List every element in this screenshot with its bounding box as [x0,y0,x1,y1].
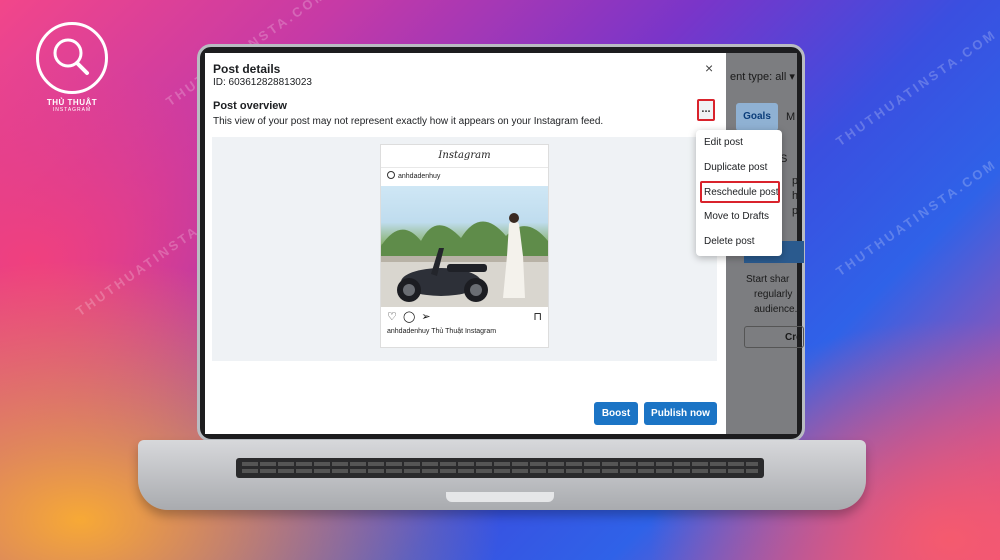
caption-username: anhdadenhuy [387,328,430,335]
overview-title: Post overview [213,100,287,112]
reschedule-highlight-box [700,181,780,203]
boost-button[interactable]: Boost [594,402,638,425]
more-options-button[interactable]: ... [697,99,715,121]
brand-logo: THỦ THUẬT INSTAGRAM [34,22,110,113]
bg-fragment: p [792,205,799,217]
post-username: anhdadenhuy [381,168,548,186]
start-sharing-text: Start shar [746,274,790,285]
post-details-modal: Post details ID: 603612828813023 × Post … [205,53,726,434]
logo-subtitle: INSTAGRAM [52,107,92,113]
goals-tab[interactable]: Goals [736,103,778,131]
menu-item-move-to-drafts[interactable]: Move to Drafts [704,211,769,222]
bg-fragment: h [792,190,799,202]
close-icon[interactable]: × [705,60,713,76]
laptop-hinge-notch [446,492,554,502]
comment-icon[interactable]: ◯ [403,311,415,323]
create-button[interactable]: Cre [744,326,804,348]
bg-fragment: p [792,175,799,187]
heart-icon[interactable]: ♡ [387,311,397,323]
overview-description: This view of your post may not represent… [213,116,604,127]
post-caption: anhdadenhuy Thủ Thuật Instagram [381,328,548,335]
instagram-post-preview: Instagram anhdadenhuy ♡ ◯ ➢ ⊓ anhdadenhu… [380,144,549,348]
content-type-filter[interactable]: ent type: all ▾ [730,70,795,83]
avatar [387,171,395,179]
logo-title: THỦ THUẬT [46,98,98,107]
search-logo-icon [36,22,108,94]
post-id: ID: 603612828813023 [213,77,312,88]
start-sharing-text: audience. [754,304,798,315]
publish-now-button[interactable]: Publish now [644,402,717,425]
tab-m[interactable]: M [786,111,795,123]
caption-text: Thủ Thuật Instagram [431,328,497,335]
menu-item-delete-post[interactable]: Delete post [704,236,755,247]
menu-item-duplicate-post[interactable]: Duplicate post [704,162,767,173]
share-icon[interactable]: ➢ [421,311,430,323]
menu-item-edit-post[interactable]: Edit post [704,137,743,148]
start-sharing-text: regularly [754,289,793,300]
modal-title: Post details [213,62,281,76]
post-actions: ♡ ◯ ➢ ⊓ [381,307,548,328]
bookmark-icon[interactable]: ⊓ [533,310,542,323]
post-image [381,186,548,307]
instagram-wordmark: Instagram [381,145,548,168]
laptop-keyboard [236,458,764,478]
